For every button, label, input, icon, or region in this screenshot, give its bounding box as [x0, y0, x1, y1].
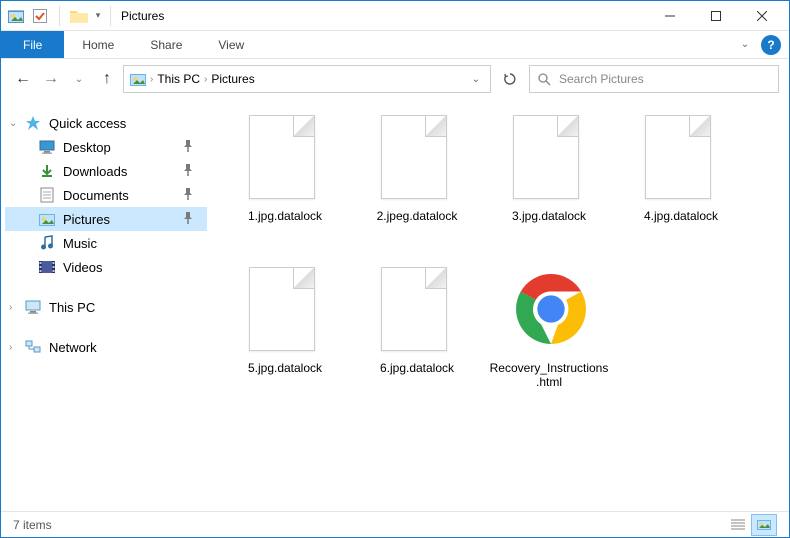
file-tab[interactable]: File: [1, 31, 64, 58]
ribbon: File Home Share View ⌄ ?: [1, 31, 789, 59]
status-bar: 7 items: [1, 511, 789, 537]
window-controls: [647, 1, 785, 31]
sidebar-item-downloads[interactable]: Downloads: [5, 159, 207, 183]
network-icon: [25, 339, 41, 355]
recent-dropdown-icon[interactable]: ⌄: [67, 67, 91, 91]
sidebar-item-desktop[interactable]: Desktop: [5, 135, 207, 159]
sidebar-item-label: Videos: [63, 260, 103, 275]
search-icon: [538, 73, 551, 86]
help-icon[interactable]: ?: [761, 35, 781, 55]
documents-icon: [39, 187, 55, 203]
star-icon: [25, 115, 41, 131]
back-button[interactable]: ←: [11, 67, 35, 91]
pin-icon: [183, 140, 193, 155]
blank-document-icon: [513, 115, 585, 203]
music-icon: [39, 235, 55, 251]
sidebar-item-videos[interactable]: Videos: [5, 255, 207, 279]
address-dropdown-icon[interactable]: ⌄: [468, 74, 484, 85]
blank-document-icon: [381, 115, 453, 203]
tab-share[interactable]: Share: [132, 31, 200, 58]
file-label: 4.jpg.datalock: [644, 209, 718, 223]
minimize-button[interactable]: [647, 1, 693, 31]
chevron-right-icon[interactable]: ›: [150, 74, 153, 85]
chevron-right-icon[interactable]: ›: [204, 74, 207, 85]
forward-button[interactable]: →: [39, 67, 63, 91]
chevron-down-icon[interactable]: ⌄: [9, 118, 17, 129]
sidebar-item-label: Music: [63, 236, 97, 251]
pin-icon: [183, 212, 193, 227]
address-bar[interactable]: › This PC › Pictures ⌄: [123, 65, 491, 93]
search-placeholder: Search Pictures: [559, 72, 644, 86]
chevron-right-icon[interactable]: ›: [9, 302, 12, 313]
blank-document-icon: [249, 115, 321, 203]
close-button[interactable]: [739, 1, 785, 31]
folder-icon[interactable]: [68, 5, 90, 27]
file-item[interactable]: 2.jpeg.datalock: [353, 109, 481, 249]
qat-dropdown-icon[interactable]: ▾: [92, 5, 104, 27]
blank-document-icon: [381, 267, 453, 355]
file-label: 2.jpeg.datalock: [377, 209, 458, 223]
navigation-bar: ← → ⌄ ↑ › This PC › Pictures ⌄ Search Pi…: [1, 59, 789, 99]
file-item[interactable]: 5.jpg.datalock: [221, 261, 349, 401]
videos-icon: [39, 259, 55, 275]
file-item[interactable]: 6.jpg.datalock: [353, 261, 481, 401]
file-label: Recovery_Instructions.html: [489, 361, 609, 390]
file-item[interactable]: 3.jpg.datalock: [485, 109, 613, 249]
desktop-icon: [39, 139, 55, 155]
tab-view[interactable]: View: [200, 31, 262, 58]
sidebar-network[interactable]: › Network: [5, 335, 207, 359]
details-view-button[interactable]: [725, 514, 751, 536]
chrome-icon: [513, 267, 585, 355]
navigation-pane: ⌄ Quick access Desktop Downloads Documents…: [1, 99, 211, 511]
pictures-icon: [130, 71, 146, 87]
chevron-right-icon[interactable]: ›: [9, 342, 12, 353]
file-label: 6.jpg.datalock: [380, 361, 454, 375]
sidebar-item-documents[interactable]: Documents: [5, 183, 207, 207]
maximize-button[interactable]: [693, 1, 739, 31]
blank-document-icon: [249, 267, 321, 355]
refresh-button[interactable]: [495, 65, 525, 93]
sidebar-item-label: Documents: [63, 188, 129, 203]
up-button[interactable]: ↑: [95, 67, 119, 91]
checkbox-icon[interactable]: [29, 5, 51, 27]
blank-document-icon: [645, 115, 717, 203]
file-item[interactable]: Recovery_Instructions.html: [485, 261, 613, 401]
quick-access-toolbar: ▾: [5, 5, 104, 27]
sidebar-item-label: Desktop: [63, 140, 111, 155]
pictures-icon: [39, 211, 55, 227]
tab-home[interactable]: Home: [64, 31, 132, 58]
sidebar-this-pc[interactable]: › This PC: [5, 295, 207, 319]
properties-icon[interactable]: [5, 5, 27, 27]
file-item[interactable]: 4.jpg.datalock: [617, 109, 745, 249]
breadcrumb-item[interactable]: Pictures: [211, 72, 254, 86]
file-label: 5.jpg.datalock: [248, 361, 322, 375]
pin-icon: [183, 164, 193, 179]
sidebar-item-pictures[interactable]: Pictures: [5, 207, 207, 231]
item-count: 7 items: [13, 518, 52, 532]
search-input[interactable]: Search Pictures: [529, 65, 779, 93]
file-item[interactable]: 1.jpg.datalock: [221, 109, 349, 249]
file-label: 3.jpg.datalock: [512, 209, 586, 223]
sidebar-item-label: Quick access: [49, 116, 126, 131]
pin-icon: [183, 188, 193, 203]
ribbon-expand-icon[interactable]: ⌄: [735, 31, 755, 58]
sidebar-item-label: Downloads: [63, 164, 127, 179]
downloads-icon: [39, 163, 55, 179]
sidebar-item-label: Pictures: [63, 212, 110, 227]
window-title: Pictures: [121, 9, 164, 23]
sidebar-item-music[interactable]: Music: [5, 231, 207, 255]
sidebar-quick-access[interactable]: ⌄ Quick access: [5, 111, 207, 135]
sidebar-item-label: This PC: [49, 300, 95, 315]
breadcrumb-item[interactable]: This PC: [157, 72, 200, 86]
thumbnails-view-button[interactable]: [751, 514, 777, 536]
title-bar: ▾ Pictures: [1, 1, 789, 31]
sidebar-item-label: Network: [49, 340, 97, 355]
file-list[interactable]: 1.jpg.datalock 2.jpeg.datalock 3.jpg.datal…: [211, 99, 789, 511]
file-label: 1.jpg.datalock: [248, 209, 322, 223]
computer-icon: [25, 299, 41, 315]
